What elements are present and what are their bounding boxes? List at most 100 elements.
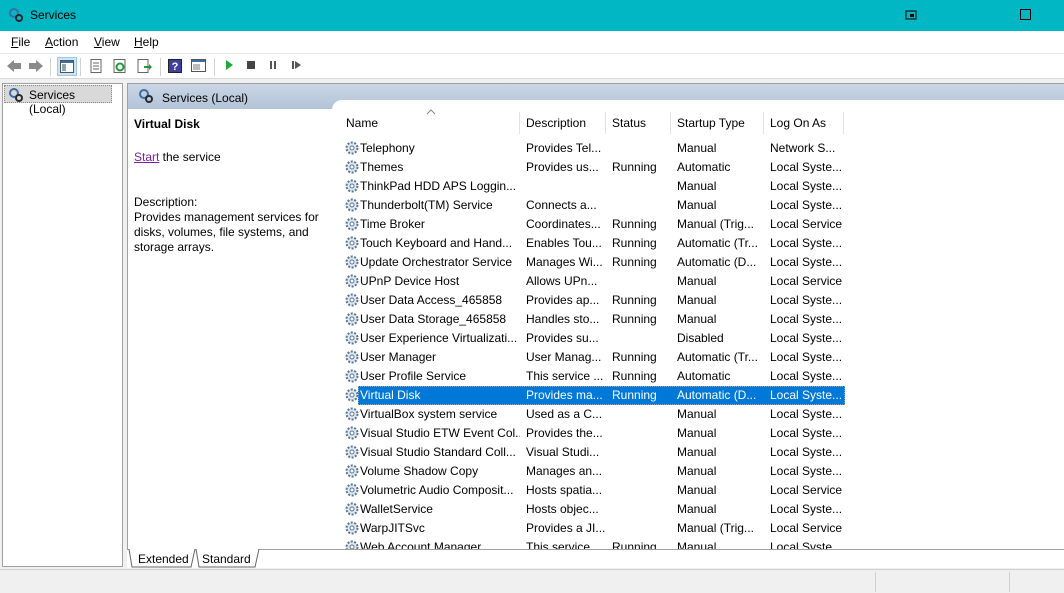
cell-desc: Coordinates... xyxy=(526,217,601,231)
column-header-description[interactable]: Description xyxy=(520,109,606,137)
cell-startup: Automatic (D... xyxy=(677,255,757,269)
start-service-link[interactable]: Start xyxy=(134,150,159,164)
pause-service-button[interactable] xyxy=(265,57,285,76)
menu-help[interactable]: Help xyxy=(134,35,159,49)
cell-status: Running xyxy=(612,369,657,383)
refresh-button[interactable] xyxy=(111,57,131,76)
cell-logon: Local Syste... xyxy=(770,179,843,193)
column-header-name[interactable]: Name xyxy=(340,109,520,137)
service-row[interactable]: UPnP Device Host Allows UPn... Manual Local… xyxy=(340,272,850,291)
column-header-status[interactable]: Status xyxy=(606,109,671,137)
cell-logon: Local Syste... xyxy=(770,293,843,307)
cell-startup: Manual xyxy=(677,274,717,288)
menu-action[interactable]: Action xyxy=(45,35,78,49)
maximize-button[interactable] xyxy=(1003,0,1049,31)
service-gear-icon xyxy=(345,350,359,364)
tab-extended[interactable]: Extended xyxy=(131,549,193,568)
column-header-startup-type[interactable]: Startup Type xyxy=(671,109,764,137)
service-row[interactable]: WalletService Hosts objec... Manual Local S… xyxy=(340,500,850,519)
service-row[interactable]: Volumetric Audio Composit... Hosts spatia… xyxy=(340,481,850,500)
menu-view[interactable]: View xyxy=(94,35,120,49)
back-arrow-icon xyxy=(7,60,21,72)
snap-icon xyxy=(905,10,917,20)
column-header-log-on-as[interactable]: Log On As xyxy=(764,109,844,137)
cell-logon: Local Syste... xyxy=(770,502,843,516)
cell-startup: Manual xyxy=(677,483,717,497)
service-row[interactable]: VirtualBox system service Used as a C... M… xyxy=(340,405,850,424)
service-row[interactable]: User Data Access_465858 Provides ap... Run… xyxy=(340,291,850,310)
start-service-button[interactable] xyxy=(221,57,241,76)
cell-status: Running xyxy=(612,255,657,269)
menu-file[interactable]: File xyxy=(11,35,30,49)
cell-startup: Manual xyxy=(677,407,717,421)
cell-status: Running xyxy=(612,217,657,231)
restart-service-button[interactable] xyxy=(288,57,308,76)
service-gear-icon xyxy=(345,521,359,535)
show-hide-tree-button[interactable] xyxy=(57,57,77,76)
cell-desc: Manages Wi... xyxy=(526,255,603,269)
export-list-button[interactable] xyxy=(135,57,155,76)
cell-logon: Local Syste... xyxy=(770,426,843,440)
cell-logon: Local Service xyxy=(770,483,843,497)
service-row[interactable]: Thunderbolt(TM) Service Connects a... Manu… xyxy=(340,196,850,215)
cell-startup: Automatic xyxy=(677,160,731,174)
cell-startup: Manual xyxy=(677,198,717,212)
cell-name: Visual Studio ETW Event Col... xyxy=(360,426,520,440)
cell-name: User Data Storage_465858 xyxy=(360,312,507,326)
cell-desc: Provides Tel... xyxy=(526,141,602,155)
toolbar-separator xyxy=(214,58,215,76)
service-row[interactable]: Update Orchestrator Service Manages Wi...… xyxy=(340,253,850,272)
help-button[interactable]: ? xyxy=(166,57,186,76)
service-row[interactable]: User Experience Virtualizati... Provides … xyxy=(340,329,850,348)
stop-service-button[interactable] xyxy=(243,57,263,76)
service-row[interactable]: ThinkPad HDD APS Loggin... Manual Local Sy… xyxy=(340,177,850,196)
back-button[interactable] xyxy=(4,57,24,76)
cell-name: User Profile Service xyxy=(360,369,467,383)
service-row[interactable]: WarpJITSvc Provides a JI... Manual (Trig..… xyxy=(340,519,850,538)
service-row[interactable]: Themes Provides us... Running Automatic Loca… xyxy=(340,158,850,177)
service-gear-icon xyxy=(345,179,359,193)
cell-logon: Local Syste... xyxy=(770,388,843,402)
snap-button[interactable] xyxy=(888,0,934,31)
service-row[interactable]: Visual Studio ETW Event Col... Provides t… xyxy=(340,424,850,443)
cell-logon: Local Service xyxy=(770,274,843,288)
cell-startup: Manual xyxy=(677,540,717,549)
service-row[interactable]: Volume Shadow Copy Manages an... Manual Loc… xyxy=(340,462,850,481)
view-tabs: Extended Standard xyxy=(127,549,1064,568)
cell-logon: Network S... xyxy=(770,141,836,155)
cell-startup: Disabled xyxy=(677,331,724,345)
service-gear-icon xyxy=(345,141,359,155)
service-gear-icon xyxy=(345,464,359,478)
forward-button[interactable] xyxy=(26,57,46,76)
cell-desc: Handles sto... xyxy=(526,312,600,326)
cell-name: Thunderbolt(TM) Service xyxy=(360,198,493,212)
service-row[interactable]: Virtual Disk Provides ma... Running Automat… xyxy=(340,386,850,405)
cell-name: User Manager xyxy=(360,350,437,364)
service-row[interactable]: Web Account Manager This service ... Runni… xyxy=(340,538,850,549)
tree-node-services-local[interactable]: Services (Local) xyxy=(4,85,112,116)
cell-desc: Provides a JI... xyxy=(526,521,606,535)
properties-button[interactable] xyxy=(87,57,107,76)
column-header-label: Log On As xyxy=(770,116,827,130)
cell-name: Volumetric Audio Composit... xyxy=(360,483,514,497)
service-row[interactable]: Time Broker Coordinates... Running Manual (… xyxy=(340,215,850,234)
show-action-pane-button[interactable] xyxy=(189,57,209,76)
pane-header-title: Services (Local) xyxy=(162,91,249,105)
svg-text:?: ? xyxy=(172,61,179,73)
tab-standard[interactable]: Standard xyxy=(197,549,257,568)
service-row[interactable]: Telephony Provides Tel... Manual Network S.… xyxy=(340,139,850,158)
service-row[interactable]: User Profile Service This service ... Runn… xyxy=(340,367,850,386)
service-row[interactable]: User Data Storage_465858 Handles sto... Ru… xyxy=(340,310,850,329)
cell-logon: Local Syste... xyxy=(770,236,843,250)
start-service-rest: the service xyxy=(159,150,221,164)
export-list-icon xyxy=(137,59,152,73)
service-row[interactable]: Touch Keyboard and Hand... Enables Tou...… xyxy=(340,234,850,253)
service-row[interactable]: Visual Studio Standard Coll... Visual Stu… xyxy=(340,443,850,462)
service-row[interactable]: User Manager User Manag... Running Automati… xyxy=(340,348,850,367)
selected-service-title: Virtual Disk xyxy=(134,117,200,131)
menu-help-key: H xyxy=(134,35,143,49)
cell-startup: Manual xyxy=(677,312,717,326)
service-gear-icon xyxy=(345,331,359,345)
cell-name: VirtualBox system service xyxy=(360,407,498,421)
cell-status: Running xyxy=(612,540,657,549)
